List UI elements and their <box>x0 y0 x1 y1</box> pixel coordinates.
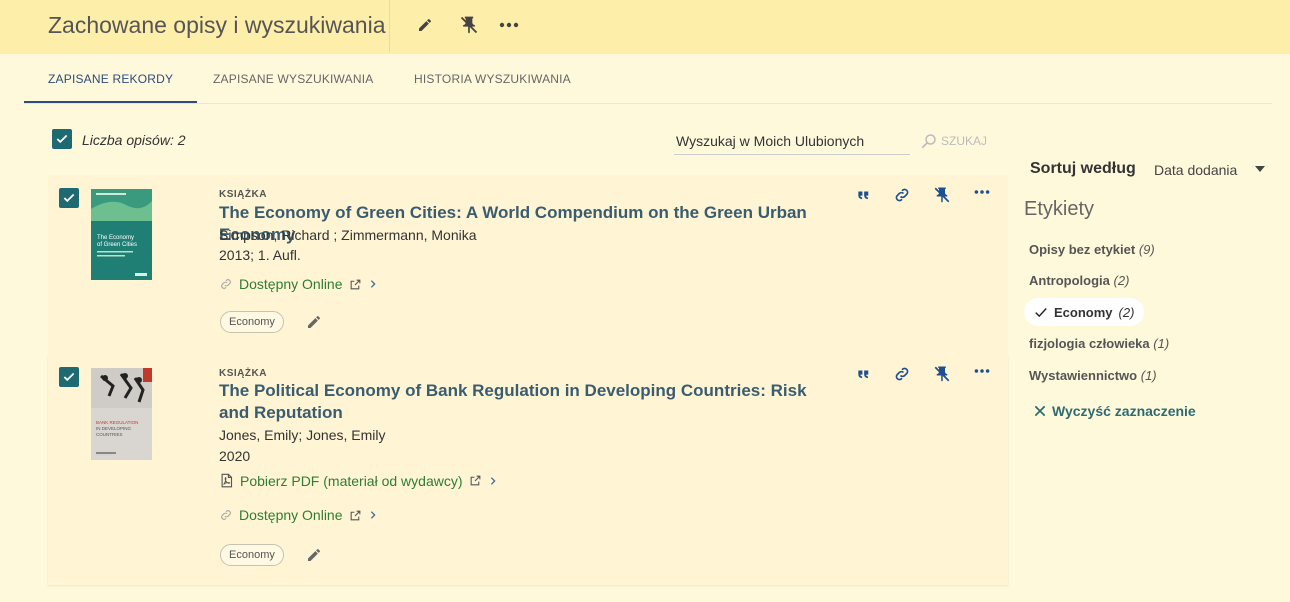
more-actions-icon[interactable] <box>971 181 993 203</box>
sort-dropdown[interactable]: Data dodania <box>1154 162 1237 178</box>
svg-text:COUNTRIES: COUNTRIES <box>96 432 123 437</box>
facets-title: Etykiety <box>1024 198 1095 220</box>
available-online-link[interactable]: Dostępny Online <box>219 276 378 292</box>
link-icon <box>221 279 231 289</box>
record-card: The Economy of Green Cities KSIĄŻKA The … <box>48 175 1008 353</box>
facet-count: (2) <box>1118 304 1135 320</box>
record-tag[interactable]: Economy <box>220 544 284 566</box>
record-title[interactable]: The Political Economy of Bank Regulation… <box>219 380 819 424</box>
facet-count: (2) <box>1113 273 1130 288</box>
external-link-icon <box>350 510 360 520</box>
page-header: Zachowane opisy i wyszukiwania <box>0 0 1290 54</box>
page-title: Zachowane opisy i wyszukiwania <box>48 12 386 38</box>
record-card: BANK REGULATION IN DEVELOPING COUNTRIES … <box>48 354 1008 585</box>
search-icon <box>921 134 936 149</box>
clear-selection-label: Wyczyść zaznaczenie <box>1052 403 1196 419</box>
pdf-icon <box>221 473 233 488</box>
svg-text:of Green Cities: of Green Cities <box>97 242 137 248</box>
available-online-label: Dostępny Online <box>239 276 343 292</box>
available-online-label: Dostępny Online <box>239 507 343 523</box>
chevron-right-icon <box>370 511 376 519</box>
facet-untagged[interactable]: Opisy bez etykiet (9) <box>1029 242 1155 257</box>
tab-bar: ZAPISANE REKORDY ZAPISANE WYSZUKIWANIA H… <box>24 56 1272 104</box>
check-icon <box>63 372 75 382</box>
unpin-record-icon[interactable] <box>931 363 953 385</box>
cite-icon[interactable] <box>852 184 874 206</box>
check-icon <box>1035 308 1047 318</box>
facet-count: (1) <box>1153 336 1170 351</box>
caret-down-icon[interactable] <box>1255 166 1265 172</box>
records-count: Liczba opisów: 2 <box>82 132 186 148</box>
facet-label: fizjologia człowieka <box>1029 336 1150 351</box>
edit-icon[interactable] <box>412 12 438 38</box>
record-edition: 2013; 1. Aufl. <box>219 247 301 263</box>
facet-fizjologia[interactable]: fizjologia człowieka (1) <box>1029 336 1169 351</box>
facet-label: Antropologia <box>1029 273 1110 288</box>
book-cover[interactable]: The Economy of Green Cities <box>91 189 152 280</box>
chevron-right-icon <box>370 280 376 288</box>
facet-count: (9) <box>1138 242 1155 257</box>
header-divider <box>389 0 390 52</box>
svg-text:IN DEVELOPING: IN DEVELOPING <box>96 426 132 431</box>
svg-text:The Economy: The Economy <box>97 235 134 241</box>
facet-label: Economy <box>1054 304 1113 320</box>
unpin-icon[interactable] <box>456 12 482 38</box>
facet-count: (1) <box>1140 368 1157 383</box>
record-type: KSIĄŻKA <box>219 189 267 200</box>
facet-economy[interactable]: Economy (2) <box>1024 298 1145 326</box>
record-edition: 2020 <box>219 448 251 464</box>
edit-tags-icon[interactable] <box>306 547 324 565</box>
search-button[interactable]: SZUKAJ <box>920 130 987 152</box>
tab-saved-records[interactable]: ZAPISANE REKORDY <box>24 56 198 103</box>
facet-label: Wystawiennictwo <box>1029 368 1138 383</box>
record-checkbox[interactable] <box>59 188 79 208</box>
check-icon <box>63 193 75 203</box>
book-cover[interactable]: BANK REGULATION IN DEVELOPING COUNTRIES <box>91 368 152 460</box>
unpin-record-icon[interactable] <box>931 184 953 206</box>
more-icon[interactable] <box>496 12 522 38</box>
record-checkbox[interactable] <box>59 367 79 387</box>
edit-tags-icon[interactable] <box>306 314 324 332</box>
cite-icon[interactable] <box>852 363 874 385</box>
external-link-icon <box>350 279 360 289</box>
facet-wystawiennictwo[interactable]: Wystawiennictwo (1) <box>1029 368 1157 383</box>
search-button-label: SZUKAJ <box>941 134 988 148</box>
check-icon <box>56 134 68 144</box>
record-authors: Jones, Emily; Jones, Emily <box>219 427 386 443</box>
record-type: KSIĄŻKA <box>219 368 267 379</box>
clear-selection-button[interactable]: Wyczyść zaznaczenie <box>1032 403 1196 419</box>
download-pdf-label: Pobierz PDF (materiał od wydawcy) <box>240 472 463 489</box>
facet-antropologia[interactable]: Antropologia (2) <box>1029 273 1129 288</box>
sort-label: Sortuj według <box>1030 160 1136 177</box>
permalink-icon[interactable] <box>891 363 913 385</box>
tab-saved-searches[interactable]: ZAPISANE WYSZUKIWANIA <box>189 56 397 103</box>
record-tag[interactable]: Economy <box>220 311 284 333</box>
favorites-search-input[interactable] <box>674 128 910 155</box>
permalink-icon[interactable] <box>891 184 913 206</box>
record-authors: Simpson, Richard ; Zimmermann, Monika <box>219 227 477 243</box>
select-all-checkbox[interactable] <box>52 129 72 149</box>
tab-search-history[interactable]: HISTORIA WYSZUKIWANIA <box>390 56 595 103</box>
chevron-right-icon <box>490 476 496 485</box>
external-link-icon <box>470 475 480 486</box>
available-online-link[interactable]: Dostępny Online <box>219 507 378 523</box>
more-actions-icon[interactable] <box>971 360 993 382</box>
link-icon <box>221 510 231 520</box>
facet-label: Opisy bez etykiet <box>1029 242 1136 257</box>
close-icon <box>1034 405 1046 417</box>
download-pdf-link[interactable]: Pobierz PDF (materiał od wydawcy) <box>219 472 498 489</box>
svg-text:BANK REGULATION: BANK REGULATION <box>96 420 138 425</box>
